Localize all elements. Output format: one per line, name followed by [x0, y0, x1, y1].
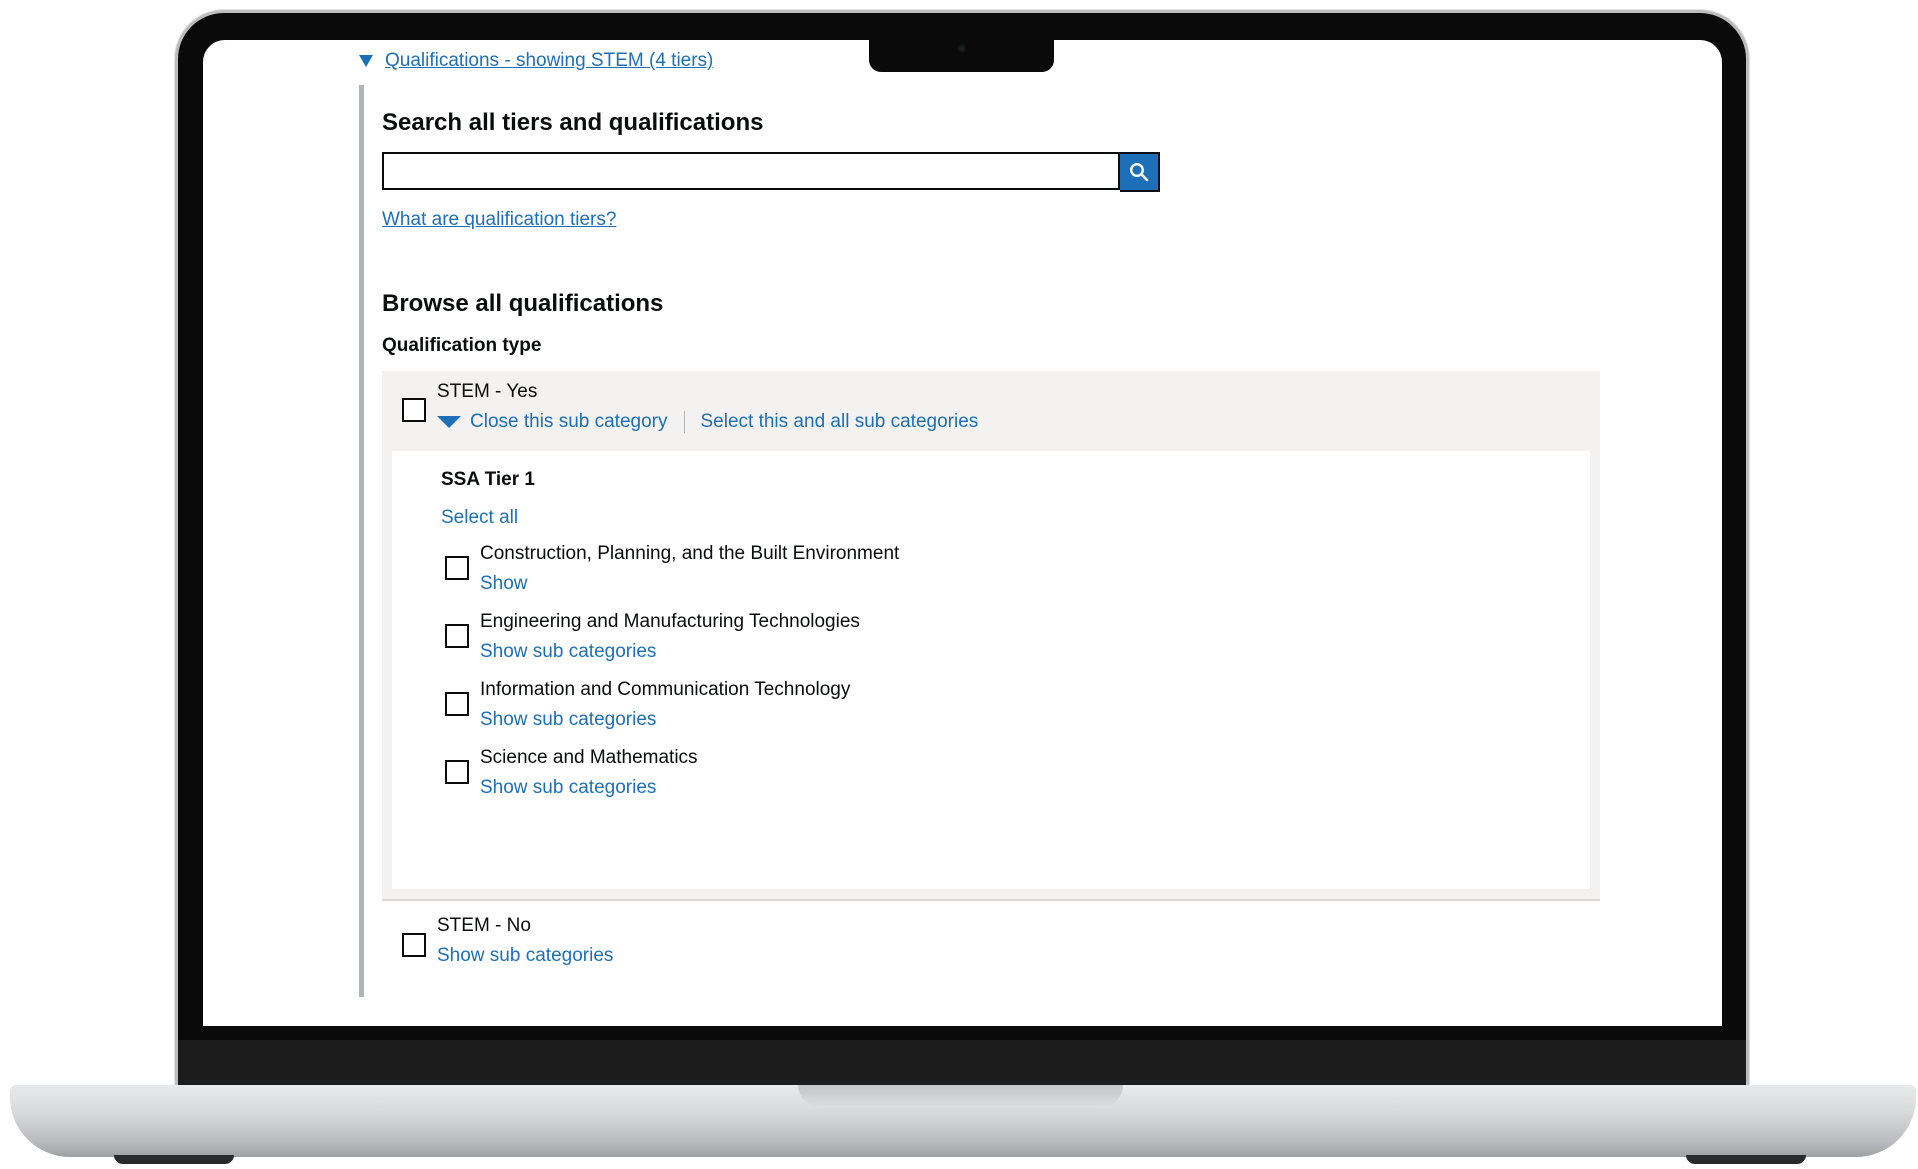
sub-category-checkbox[interactable]: [445, 556, 469, 580]
qualifications-details-body: Search all tiers and qualifications What…: [359, 85, 1600, 997]
sub-category-label: Information and Communication Technology: [480, 679, 851, 700]
camera-icon: [957, 44, 966, 53]
sub-category-item: Engineering and Manufacturing Technologi…: [445, 611, 1345, 671]
actions-separator: [683, 411, 685, 433]
category-label: STEM - No: [437, 915, 531, 936]
qualification-tiers-help-link[interactable]: What are qualification tiers?: [382, 209, 616, 231]
show-sub-categories-link[interactable]: Show sub categories: [480, 709, 656, 731]
expanded-triangle-icon: [359, 55, 373, 67]
search-row: [382, 152, 1160, 192]
category-label: STEM - Yes: [437, 381, 538, 402]
laptop-foot-left: [114, 1155, 234, 1164]
select-all-link[interactable]: Select all: [441, 507, 518, 529]
sub-category-checkbox[interactable]: [445, 760, 469, 784]
page-content: Qualifications - showing STEM (4 tiers) …: [203, 40, 1722, 1026]
sub-category-label: Construction, Planning, and the Built En…: [480, 543, 900, 564]
close-sub-category-link[interactable]: Close this sub category: [470, 411, 668, 433]
search-icon: [1129, 162, 1149, 182]
sub-category-item: Information and Communication Technology…: [445, 679, 1345, 739]
category-stem-no-checkbox[interactable]: [402, 933, 426, 957]
laptop-opening-groove: [798, 1085, 1123, 1107]
category-actions: Close this sub category Select this and …: [437, 411, 978, 433]
tier-heading: SSA Tier 1: [441, 469, 535, 490]
browse-heading: Browse all qualifications: [382, 290, 664, 317]
sub-category-label: Engineering and Manufacturing Technologi…: [480, 611, 860, 632]
screen: Qualifications - showing STEM (4 tiers) …: [203, 40, 1722, 1026]
search-button[interactable]: [1120, 152, 1160, 192]
laptop-foot-right: [1686, 1155, 1806, 1164]
category-stem-no: STEM - No Show sub categories: [382, 915, 1082, 975]
category-stem-yes-checkbox[interactable]: [402, 398, 426, 422]
qualification-type-label: Qualification type: [382, 335, 542, 356]
search-input[interactable]: [382, 152, 1120, 190]
show-sub-categories-link[interactable]: Show sub categories: [437, 945, 613, 967]
sub-category-checkbox[interactable]: [445, 624, 469, 648]
show-sub-categories-link[interactable]: Show sub categories: [480, 777, 656, 799]
category-stem-yes: STEM - Yes Close this sub category Selec…: [382, 371, 1600, 901]
sub-category-item: Construction, Planning, and the Built En…: [445, 543, 1345, 603]
search-heading: Search all tiers and qualifications: [382, 109, 764, 136]
sub-category-label: Science and Mathematics: [480, 747, 698, 768]
sub-category-item: Science and Mathematics Show sub categor…: [445, 747, 1345, 807]
sub-category-checkbox[interactable]: [445, 692, 469, 716]
collapse-triangle-icon: [437, 416, 461, 428]
sub-category-panel: SSA Tier 1 Select all Construction, Plan…: [392, 451, 1590, 889]
qualifications-summary-link[interactable]: Qualifications - showing STEM (4 tiers): [385, 50, 713, 72]
show-sub-categories-link[interactable]: Show sub categories: [480, 641, 656, 663]
qualifications-details-toggle[interactable]: Qualifications - showing STEM (4 tiers): [359, 50, 713, 72]
show-link[interactable]: Show: [480, 573, 528, 595]
select-all-sub-categories-link[interactable]: Select this and all sub categories: [701, 411, 979, 433]
